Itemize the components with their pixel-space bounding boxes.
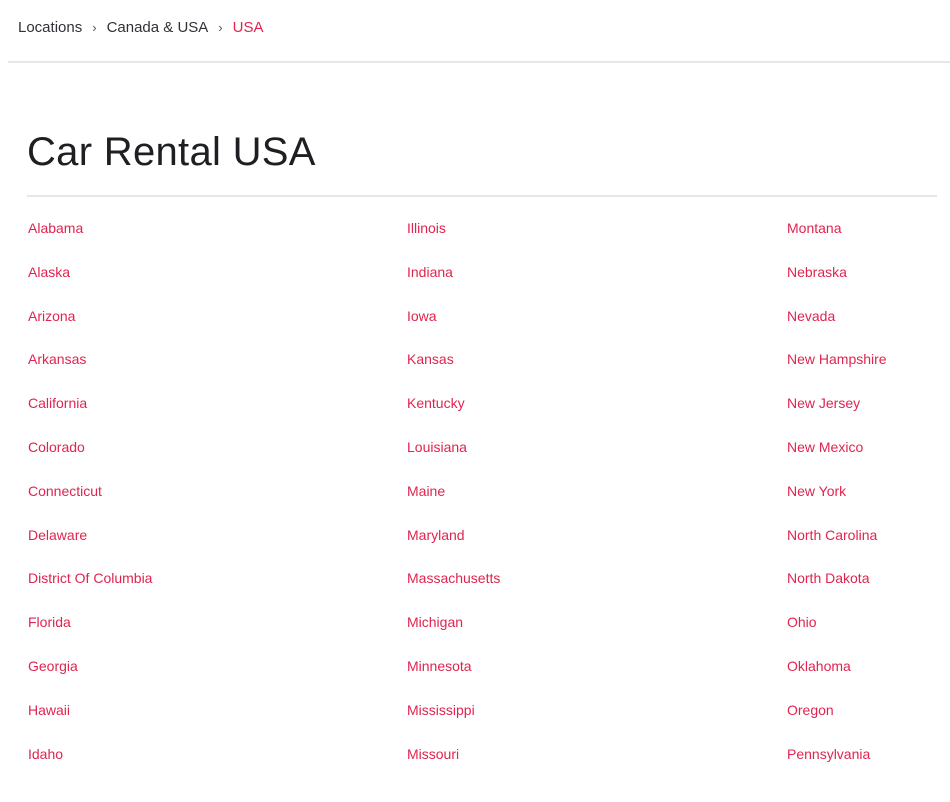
state-list-item: Nevada <box>787 306 887 350</box>
state-list-item: Ohio <box>787 612 887 656</box>
state-link-georgia[interactable]: Georgia <box>28 658 78 674</box>
state-list-item: Alabama <box>28 218 152 262</box>
state-link-minnesota[interactable]: Minnesota <box>407 658 472 674</box>
state-list-item: Alaska <box>28 262 152 306</box>
state-list-item: Missouri <box>407 744 500 788</box>
state-list-item: Mississippi <box>407 700 500 744</box>
state-list-item: Kansas <box>407 349 500 393</box>
state-link-indiana[interactable]: Indiana <box>407 264 453 280</box>
state-list-item: New Mexico <box>787 437 887 481</box>
state-link-iowa[interactable]: Iowa <box>407 308 437 324</box>
state-list-item: New Hampshire <box>787 349 887 393</box>
state-link-louisiana[interactable]: Louisiana <box>407 439 467 455</box>
state-link-hawaii[interactable]: Hawaii <box>28 702 70 718</box>
state-list-item: Connecticut <box>28 481 152 525</box>
state-link-new-hampshire[interactable]: New Hampshire <box>787 351 887 367</box>
state-link-montana[interactable]: Montana <box>787 220 841 236</box>
breadcrumb-divider <box>8 61 950 63</box>
breadcrumb: Locations › Canada & USA › USA <box>18 19 263 36</box>
page-title: Car Rental USA <box>27 130 316 174</box>
state-list-item: Georgia <box>28 656 152 700</box>
state-list-item: Massachusetts <box>407 568 500 612</box>
state-list-item: Kentucky <box>407 393 500 437</box>
state-list-item: Nebraska <box>787 262 887 306</box>
state-list-item: District Of Columbia <box>28 568 152 612</box>
state-list-item: North Carolina <box>787 525 887 569</box>
breadcrumb-link-locations[interactable]: Locations <box>18 19 82 36</box>
state-list-item: Arizona <box>28 306 152 350</box>
state-link-north-dakota[interactable]: North Dakota <box>787 570 869 586</box>
state-column-3: Montana Nebraska Nevada New Hampshire New Je… <box>787 218 887 787</box>
state-link-new-jersey[interactable]: New Jersey <box>787 395 860 411</box>
state-list-item: Maine <box>407 481 500 525</box>
state-link-florida[interactable]: Florida <box>28 614 71 630</box>
state-link-kansas[interactable]: Kansas <box>407 351 454 367</box>
breadcrumb-link-canada-usa[interactable]: Canada & USA <box>107 19 209 36</box>
state-link-ohio[interactable]: Ohio <box>787 614 817 630</box>
state-link-pennsylvania[interactable]: Pennsylvania <box>787 746 870 762</box>
state-column-2: Illinois Indiana Iowa Kansas Kentucky Louisia… <box>407 218 500 787</box>
state-link-district-of-columbia[interactable]: District Of Columbia <box>28 570 152 586</box>
state-list-item: Montana <box>787 218 887 262</box>
state-link-arizona[interactable]: Arizona <box>28 308 75 324</box>
state-link-missouri[interactable]: Missouri <box>407 746 459 762</box>
state-list-item: Michigan <box>407 612 500 656</box>
state-list-item: Louisiana <box>407 437 500 481</box>
state-link-idaho[interactable]: Idaho <box>28 746 63 762</box>
title-divider <box>27 195 937 197</box>
state-list-item: Maryland <box>407 525 500 569</box>
state-link-connecticut[interactable]: Connecticut <box>28 483 102 499</box>
state-list-item: Colorado <box>28 437 152 481</box>
state-link-california[interactable]: California <box>28 395 87 411</box>
state-column-1: Alabama Alaska Arizona Arkansas California Co… <box>28 218 152 787</box>
state-list-item: Pennsylvania <box>787 744 887 788</box>
state-list-item: New York <box>787 481 887 525</box>
state-link-oregon[interactable]: Oregon <box>787 702 834 718</box>
state-link-arkansas[interactable]: Arkansas <box>28 351 86 367</box>
state-link-illinois[interactable]: Illinois <box>407 220 446 236</box>
state-list-item: Arkansas <box>28 349 152 393</box>
state-list-item: Illinois <box>407 218 500 262</box>
state-list-item: Minnesota <box>407 656 500 700</box>
state-list-item: North Dakota <box>787 568 887 612</box>
state-list-item: Delaware <box>28 525 152 569</box>
state-link-colorado[interactable]: Colorado <box>28 439 85 455</box>
state-list-item: Indiana <box>407 262 500 306</box>
chevron-right-icon: › <box>92 20 97 35</box>
state-list-item: Florida <box>28 612 152 656</box>
state-list-item: Hawaii <box>28 700 152 744</box>
state-list-item: Idaho <box>28 744 152 788</box>
state-link-new-mexico[interactable]: New Mexico <box>787 439 863 455</box>
state-list-item: Oklahoma <box>787 656 887 700</box>
state-link-kentucky[interactable]: Kentucky <box>407 395 465 411</box>
state-link-north-carolina[interactable]: North Carolina <box>787 527 877 543</box>
state-link-michigan[interactable]: Michigan <box>407 614 463 630</box>
state-link-delaware[interactable]: Delaware <box>28 527 87 543</box>
state-link-maine[interactable]: Maine <box>407 483 445 499</box>
state-link-alaska[interactable]: Alaska <box>28 264 70 280</box>
state-list-item: California <box>28 393 152 437</box>
state-link-new-york[interactable]: New York <box>787 483 846 499</box>
state-link-nebraska[interactable]: Nebraska <box>787 264 847 280</box>
state-link-nevada[interactable]: Nevada <box>787 308 835 324</box>
state-link-mississippi[interactable]: Mississippi <box>407 702 475 718</box>
chevron-right-icon: › <box>218 20 223 35</box>
state-link-oklahoma[interactable]: Oklahoma <box>787 658 851 674</box>
breadcrumb-current: USA <box>232 19 264 36</box>
state-list-item: Iowa <box>407 306 500 350</box>
state-link-massachusetts[interactable]: Massachusetts <box>407 570 500 586</box>
state-link-alabama[interactable]: Alabama <box>28 220 83 236</box>
state-list-item: New Jersey <box>787 393 887 437</box>
state-link-maryland[interactable]: Maryland <box>407 527 465 543</box>
state-list-item: Oregon <box>787 700 887 744</box>
